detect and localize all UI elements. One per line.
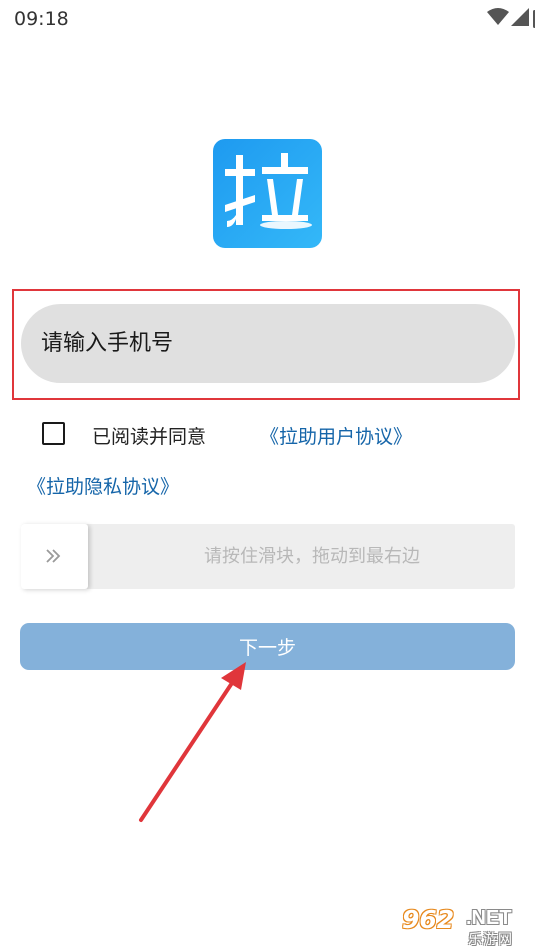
app-logo [213, 139, 322, 248]
wifi-icon [487, 8, 509, 25]
status-bar: 09:18 [0, 0, 535, 36]
cell-signal-icon [511, 8, 529, 26]
status-time: 09:18 [14, 8, 69, 30]
watermark-brand: 962 [402, 905, 455, 934]
watermark: 962 .NET 乐游网 [396, 905, 535, 951]
slider-hint: 请按住滑块，拖动到最右边 [204, 546, 420, 567]
next-step-button[interactable]: 下一步 [20, 623, 515, 670]
watermark-suffix: .NET [466, 907, 512, 929]
phone-input[interactable] [21, 304, 515, 383]
slider-verification: 请按住滑块，拖动到最右边 [21, 524, 515, 589]
agreement-row: 已阅读并同意 《拉助用户协议》 [42, 420, 502, 452]
user-agreement-link[interactable]: 《拉助用户协议》 [260, 422, 412, 449]
privacy-agreement-link[interactable]: 《拉助隐私协议》 [27, 472, 179, 499]
watermark-site: 乐游网 [468, 932, 513, 948]
agree-checkbox[interactable] [42, 422, 65, 445]
double-chevron-right-icon [46, 549, 61, 563]
slider-handle[interactable] [21, 524, 88, 589]
agree-text: 已阅读并同意 [92, 426, 207, 448]
